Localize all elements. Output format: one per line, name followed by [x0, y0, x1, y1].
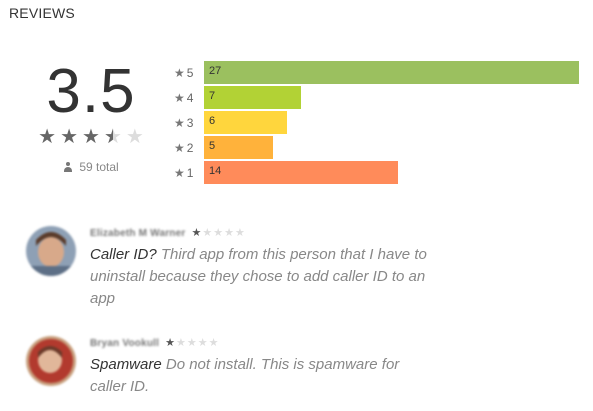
star-empty-icon: ★	[202, 226, 213, 239]
histogram-row-label: ★ 2	[174, 141, 204, 155]
histogram-row-label: ★ 5	[174, 66, 204, 80]
review-stars: ★ ★ ★ ★ ★	[191, 226, 245, 239]
histogram-row-label: ★ 4	[174, 91, 204, 105]
histogram-star-level: 3	[186, 115, 194, 130]
reviewer-name[interactable]: Bryan Vookull	[90, 338, 159, 349]
star-empty-icon: ★	[224, 226, 234, 239]
star-empty-icon: ★	[208, 336, 219, 349]
review-content: Bryan Vookull ★ ★ ★ ★ ★ Spamware Do not …	[90, 336, 430, 398]
histogram-bar: 7	[204, 86, 301, 109]
histogram-count: 7	[209, 90, 216, 102]
star-icon: ★	[174, 140, 185, 155]
histogram-bar: 6	[204, 111, 287, 134]
histogram-row: ★ 4 7	[174, 85, 579, 110]
histogram-bar: 27	[204, 61, 579, 84]
star-icon: ★	[174, 90, 185, 105]
star-empty-icon: ★	[125, 126, 144, 148]
histogram-bar: 5	[204, 136, 273, 159]
rating-histogram: ★ 5 27 ★ 4 7 ★ 3 6 ★ 2 5 ★ 1 14	[174, 60, 579, 185]
total-ratings-text: 59 total	[79, 160, 119, 174]
star-empty-icon: ★	[175, 336, 186, 349]
review-headline: Caller ID?	[90, 246, 157, 263]
star-icon: ★	[174, 65, 185, 80]
star-empty-icon: ★	[197, 336, 208, 349]
total-ratings: 59 total	[30, 160, 152, 174]
average-stars: ★ ★ ★ ★ ★	[30, 126, 152, 148]
reviews-section-title: REVIEWS	[9, 5, 75, 21]
review-content: Elizabeth M Warner ★ ★ ★ ★ ★ Caller ID? …	[90, 226, 430, 310]
histogram-count: 14	[209, 165, 222, 177]
star-icon: ★	[174, 115, 185, 130]
histogram-count: 5	[209, 140, 216, 152]
star-empty-icon: ★	[186, 336, 197, 349]
histogram-row: ★ 5 27	[174, 60, 579, 85]
histogram-count: 6	[209, 115, 216, 127]
histogram-row: ★ 3 6	[174, 110, 579, 135]
histogram-star-level: 1	[186, 165, 194, 180]
reviewer-line: Bryan Vookull ★ ★ ★ ★ ★	[90, 336, 430, 350]
histogram-row: ★ 2 5	[174, 135, 579, 160]
reviewer-name[interactable]: Elizabeth M Warner	[90, 228, 185, 239]
histogram-bar: 14	[204, 161, 398, 184]
review-stars: ★ ★ ★ ★ ★	[165, 336, 219, 349]
rating-summary: 3.5 ★ ★ ★ ★ ★ 59 total	[30, 57, 152, 175]
histogram-star-level: 5	[186, 65, 194, 80]
star-empty-icon: ★	[213, 226, 224, 239]
person-icon	[63, 161, 73, 173]
review-text: Spamware Do not install. This is spamwar…	[90, 354, 430, 398]
average-score: 3.5	[46, 57, 136, 126]
star-full-icon: ★	[82, 126, 100, 148]
avatar[interactable]	[26, 226, 76, 276]
star-empty-icon: ★	[234, 226, 245, 239]
review-headline: Spamware	[90, 356, 162, 373]
histogram-star-level: 2	[186, 140, 194, 155]
reviewer-line: Elizabeth M Warner ★ ★ ★ ★ ★	[90, 226, 430, 240]
star-full-icon: ★	[60, 126, 79, 148]
histogram-row: ★ 1 14	[174, 160, 579, 185]
star-full-icon: ★	[38, 126, 57, 148]
star-full-icon: ★	[165, 336, 175, 349]
star-full-icon: ★	[191, 226, 202, 239]
histogram-star-level: 4	[186, 90, 194, 105]
star-half-icon: ★	[104, 126, 122, 148]
histogram-count: 27	[209, 65, 222, 77]
review-text: Caller ID? Third app from this person th…	[90, 244, 430, 310]
avatar[interactable]	[26, 336, 76, 386]
histogram-row-label: ★ 3	[174, 116, 204, 130]
star-icon: ★	[174, 165, 185, 180]
histogram-row-label: ★ 1	[174, 166, 204, 180]
